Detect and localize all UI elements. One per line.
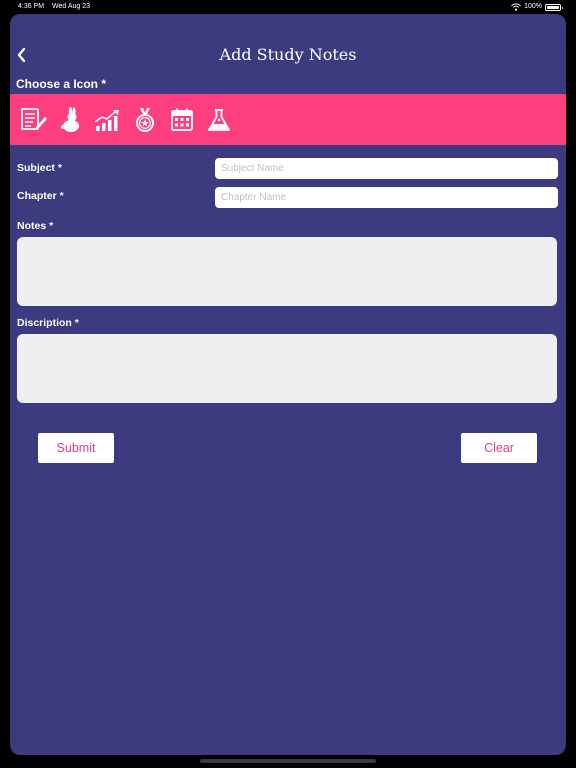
wifi-icon bbox=[511, 3, 521, 11]
status-time: 4:36 PM bbox=[18, 3, 45, 10]
status-bar: 4:36 PM Wed Aug 23 100% bbox=[0, 0, 576, 14]
icon-picker-label: Choose a Icon * bbox=[16, 77, 107, 91]
notes-textarea[interactable] bbox=[17, 237, 557, 306]
growth-chart-icon[interactable] bbox=[94, 107, 122, 133]
bunny-icon[interactable] bbox=[57, 107, 85, 133]
notes-label: Notes * bbox=[17, 220, 54, 232]
status-right: 100% bbox=[511, 0, 563, 14]
notes-icon[interactable] bbox=[20, 107, 48, 133]
home-indicator bbox=[200, 759, 376, 763]
icon-picker-strip bbox=[10, 94, 566, 145]
calendar-icon[interactable] bbox=[168, 107, 196, 133]
flask-icon[interactable] bbox=[205, 107, 233, 133]
battery-percent: 100% bbox=[524, 3, 542, 10]
battery-icon bbox=[545, 3, 563, 11]
status-left: 4:36 PM Wed Aug 23 bbox=[18, 0, 96, 14]
description-textarea[interactable] bbox=[17, 334, 557, 403]
submit-button[interactable]: Submit bbox=[38, 433, 114, 463]
subject-label: Subject * bbox=[17, 162, 62, 174]
page-title: Add Study Notes bbox=[219, 45, 357, 64]
medal-icon[interactable] bbox=[131, 107, 159, 133]
add-notes-sheet: Add Study Notes Choose a Icon * Subject … bbox=[10, 14, 566, 755]
battery-level bbox=[547, 5, 559, 9]
chapter-label: Chapter * bbox=[17, 190, 64, 202]
subject-input[interactable] bbox=[215, 158, 558, 179]
description-label: Discription * bbox=[17, 317, 79, 329]
status-date: Wed Aug 23 bbox=[52, 3, 91, 10]
chapter-input[interactable] bbox=[215, 187, 558, 208]
clear-button[interactable]: Clear bbox=[461, 433, 537, 463]
